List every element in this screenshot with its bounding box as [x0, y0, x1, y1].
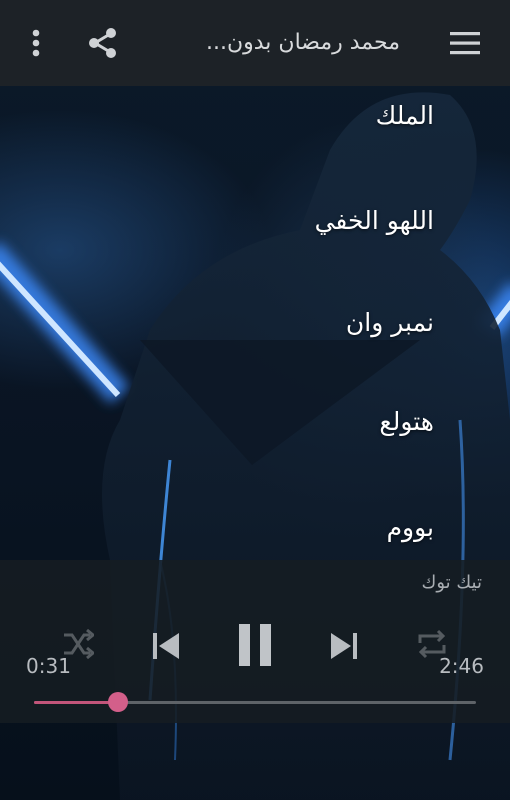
song-item[interactable]: اللهو الخفي [315, 191, 434, 251]
elapsed-time: 0:31 [26, 654, 71, 678]
song-item[interactable]: بووم [387, 498, 434, 558]
skip-next-icon[interactable] [322, 624, 366, 668]
now-playing-title: تيك توك [421, 572, 482, 593]
duration-time: 2:46 [439, 654, 484, 678]
share-icon[interactable] [82, 24, 122, 62]
song-item[interactable]: نمبر وان [346, 293, 434, 353]
seek-bar-thumb[interactable] [107, 692, 128, 712]
app-bar: محمد رمضان بدون... [0, 0, 510, 86]
song-list: الملك اللهو الخفي نمبر وان هتولع بووم [0, 86, 510, 560]
skip-previous-icon[interactable] [144, 624, 188, 668]
pause-icon[interactable] [228, 616, 282, 674]
player-panel: تيك توك 0:31 2:46 [0, 560, 510, 723]
hamburger-menu-icon[interactable] [440, 26, 490, 60]
song-item[interactable]: هتولع [379, 392, 434, 452]
seek-bar[interactable] [34, 692, 476, 712]
more-vert-icon[interactable] [18, 26, 54, 60]
seek-bar-progress [34, 701, 118, 704]
page-title: محمد رمضان بدون... [205, 30, 400, 55]
song-item[interactable]: الملك [376, 86, 434, 146]
